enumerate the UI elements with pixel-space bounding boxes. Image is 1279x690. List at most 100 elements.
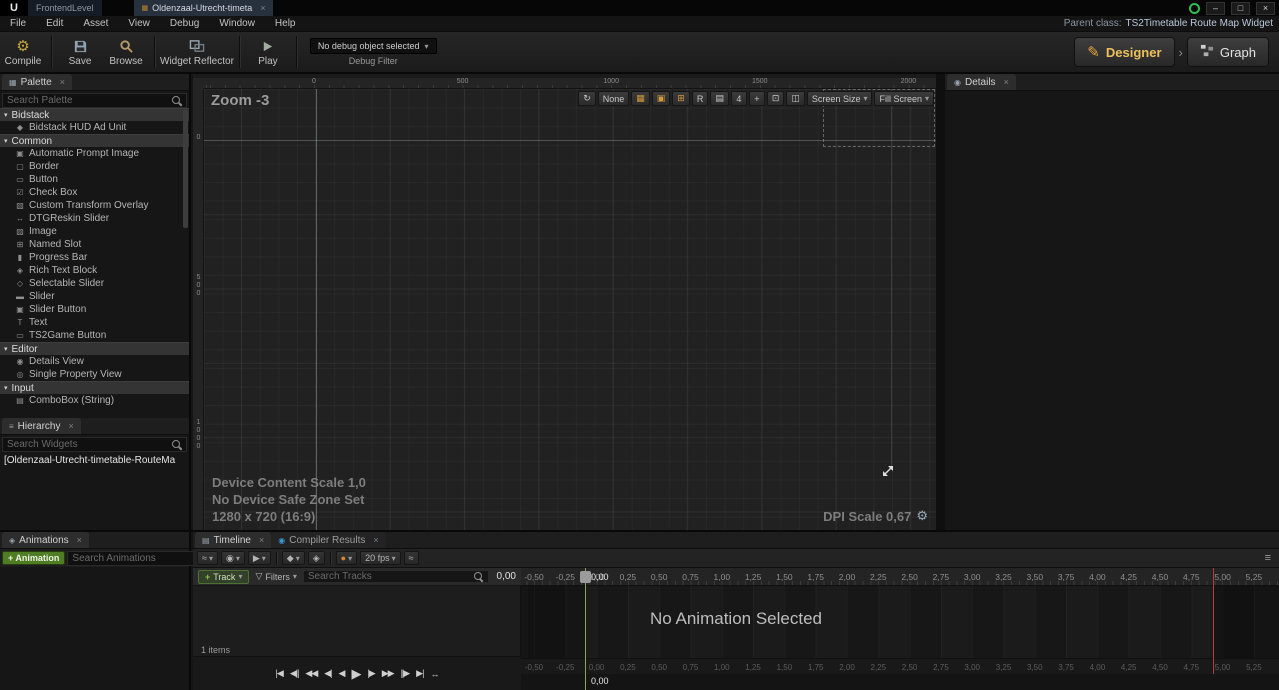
palette-category-common[interactable]: ▾ Common (0, 134, 189, 147)
palette-scrollbar[interactable] (183, 110, 188, 228)
tab-oldenzaal-utrecht-timetable[interactable]: ▦ Oldenzaal-Utrecht-timeta × (133, 0, 274, 16)
step-backward-button[interactable]: ◀|| (290, 668, 300, 679)
track-search-input[interactable] (307, 571, 474, 582)
tab-hierarchy[interactable]: ≡ Hierarchy × (2, 418, 81, 434)
snap-options-icon[interactable]: ● ▾ (335, 551, 358, 565)
next-key-button[interactable]: ▶▶ (382, 668, 395, 679)
current-time-field[interactable]: 0,00 (497, 571, 516, 582)
add-animation-button[interactable]: + Animation (2, 551, 66, 565)
widget-reflector-button[interactable]: Widget Reflector (160, 32, 234, 72)
palette-item[interactable]: ↔ DTGReskin Slider (0, 212, 189, 225)
hierarchy-root-item[interactable]: [Oldenzaal-Utrecht-timetable-RouteMa (0, 454, 189, 467)
palette-item[interactable]: ▣ Slider Button (0, 303, 189, 316)
tab-compiler-results[interactable]: ◉ Compiler Results × (271, 532, 386, 548)
filters-button[interactable]: ▽ Filters ▾ (255, 571, 296, 582)
playback-options-icon[interactable]: ▶ ▾ (247, 551, 271, 565)
palette-item[interactable]: ▨ Image (0, 225, 189, 238)
next-frame-button[interactable]: |▶ (367, 668, 375, 679)
designer-viewport[interactable]: Zoom -3 ↻ None ▦ ▣ ⊞ R ▤ 4 + ⊡ ◫ Screen Size ▾ Fill S… (204, 89, 936, 530)
step-forward-button[interactable]: ||▶ (401, 668, 411, 679)
preview-background-icon[interactable]: ⊡ (766, 91, 785, 106)
tab-animations[interactable]: ◈ Animations × (2, 532, 89, 548)
play-button-toolbar[interactable]: Play (245, 32, 291, 72)
resize-handle-icon[interactable] (880, 463, 896, 482)
palette-category-bidstack[interactable]: ▾ Bidstack (0, 108, 189, 121)
curve-options-icon[interactable]: ≈ ▾ (197, 551, 218, 565)
menu-view[interactable]: View (118, 18, 160, 29)
source-control-status-icon[interactable] (1189, 2, 1200, 14)
localization-preview-icon[interactable]: ↻ (578, 91, 596, 106)
palette-item[interactable]: ▭ Button (0, 173, 189, 186)
palette-item[interactable]: ◎ Single Property View (0, 368, 189, 381)
lock-icon[interactable]: ▣ (651, 91, 671, 106)
palette-item[interactable]: ▣ Automatic Prompt Image (0, 147, 189, 160)
menu-edit[interactable]: Edit (36, 18, 73, 29)
palette-item[interactable]: ◉ Details View (0, 355, 189, 368)
palette-item[interactable]: ☑ Check Box (0, 186, 189, 199)
outlines-icon[interactable]: ▤ (710, 91, 729, 106)
auto-key-icon[interactable]: ◈ (307, 551, 325, 565)
play-reverse-button[interactable]: ◀ (339, 668, 346, 679)
to-front-button[interactable]: |◀ (276, 668, 284, 679)
menu-file[interactable]: File (0, 18, 36, 29)
vertical-splitter[interactable] (936, 74, 945, 530)
close-window-button[interactable]: × (1256, 1, 1275, 15)
palette-item[interactable]: T Text (0, 316, 189, 329)
animations-search-input[interactable] (72, 552, 205, 564)
palette-item[interactable]: ⊞ Named Slot (0, 238, 189, 251)
compile-button[interactable]: ⚙ Compile (0, 32, 46, 72)
designer-mode-button[interactable]: ✎ Designer (1074, 37, 1175, 67)
palette-item[interactable]: ▧ Custom Transform Overlay (0, 199, 189, 212)
close-icon[interactable]: × (77, 535, 82, 545)
snap-grid-size-button[interactable]: 4 (730, 91, 747, 106)
palette-item[interactable]: ▭ TS2Game Button (0, 329, 189, 342)
maximize-button[interactable]: □ (1231, 1, 1250, 15)
menu-debug[interactable]: Debug (160, 18, 209, 29)
timeline-range-bar[interactable]: -0,50 -0,25 0,00 0,25 0,50 0,75 1,00 1,25 1,50 1,… (521, 658, 1279, 674)
graph-mode-button[interactable]: Graph (1186, 37, 1269, 67)
menu-asset[interactable]: Asset (73, 18, 118, 29)
palette-search-input[interactable] (7, 95, 172, 106)
previous-frame-button[interactable]: ◀| (324, 668, 332, 679)
close-icon[interactable]: × (259, 535, 264, 545)
mirror-icon[interactable]: ◫ (786, 91, 805, 106)
close-icon[interactable]: × (68, 421, 73, 431)
tab-timeline[interactable]: ▤ Timeline × (195, 532, 272, 548)
key-options-icon[interactable]: ◆ ▾ (281, 551, 305, 565)
add-track-button[interactable]: + Track ▾ (198, 569, 250, 584)
palette-category-input[interactable]: ▾ Input (0, 381, 189, 394)
palette-item[interactable]: ◇ Selectable Slider (0, 277, 189, 290)
close-icon[interactable]: × (60, 77, 65, 87)
view-options-icon[interactable]: ◉ ▾ (220, 551, 245, 565)
outline-mode-button[interactable]: None (597, 91, 630, 106)
tab-details[interactable]: ◉ Details × (947, 74, 1016, 90)
grid-snap-icon[interactable]: ⊞ (672, 91, 690, 106)
tab-frontendlevel[interactable]: FrontendLevel (28, 0, 102, 16)
debug-object-dropdown[interactable]: No debug object selected ▾ (309, 38, 437, 54)
menu-help[interactable]: Help (265, 18, 306, 29)
palette-item[interactable]: ◆ Bidstack HUD Ad Unit (0, 121, 189, 134)
close-icon[interactable]: × (260, 3, 265, 13)
close-icon[interactable]: × (1004, 77, 1009, 87)
palette-item[interactable]: ◈ Rich Text Block (0, 264, 189, 277)
respect-locks-button[interactable]: R (691, 91, 709, 106)
close-icon[interactable]: × (373, 535, 378, 545)
palette-item[interactable]: ▬ Slider (0, 290, 189, 303)
screen-size-dropdown[interactable]: Screen Size ▾ (806, 91, 873, 106)
menu-window[interactable]: Window (209, 18, 265, 29)
timeline-ruler[interactable]: -0,50 -0,25 0,00 0,25 0,50 0,75 1,00 1,25 1,50 1,… (521, 568, 1279, 586)
palette-item[interactable]: ▤ ComboBox (String) (0, 394, 189, 407)
playhead-line[interactable] (585, 568, 586, 690)
play-button[interactable]: ▶ (351, 666, 361, 682)
browse-button[interactable]: Browse (103, 32, 149, 72)
playhead-handle[interactable] (580, 571, 591, 583)
gear-icon[interactable]: ⚙ (916, 508, 928, 524)
palette-item[interactable]: ▮ Progress Bar (0, 251, 189, 264)
minimize-button[interactable]: – (1206, 1, 1225, 15)
previous-key-button[interactable]: ◀◀ (305, 668, 318, 679)
hierarchy-search-input[interactable] (7, 439, 172, 450)
fill-screen-dropdown[interactable]: Fill Screen ▾ (874, 91, 934, 106)
loop-toggle-button[interactable]: ↔ (430, 669, 439, 679)
background-safe-icon[interactable]: ▦ (631, 91, 650, 106)
palette-category-editor[interactable]: ▾ Editor (0, 342, 189, 355)
